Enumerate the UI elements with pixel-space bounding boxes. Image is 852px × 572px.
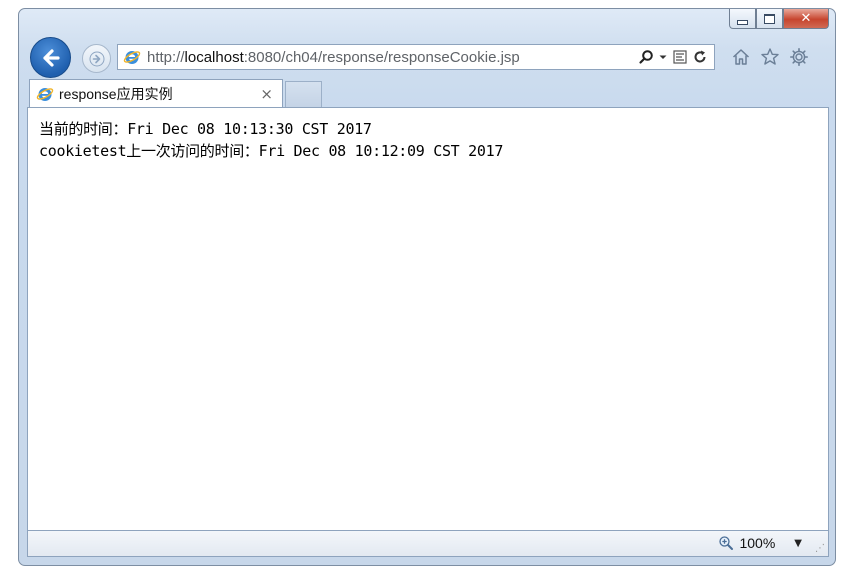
page-content: 当前的时间：Fri Dec 08 10:13:30 CST 2017 cooki… (27, 107, 829, 531)
window-controls: ✕ (729, 9, 829, 29)
current-time-text: 当前的时间：Fri Dec 08 10:13:30 CST 2017 (39, 120, 372, 138)
minimize-icon (737, 19, 748, 25)
chevron-down-icon[interactable]: ▼ (794, 538, 802, 549)
address-tools (638, 49, 708, 65)
zoom-level: 100% (739, 535, 776, 551)
last-visit-time-text: cookietest上一次访问的时间：Fri Dec 08 10:12:09 C… (39, 142, 504, 160)
url-scheme: http:// (147, 48, 185, 66)
dropdown-icon[interactable] (658, 49, 668, 65)
new-tab-button[interactable] (285, 81, 322, 107)
tab-title: response应用实例 (59, 85, 173, 102)
tab-response[interactable]: response应用实例 × (29, 79, 283, 107)
maximize-button[interactable] (756, 9, 783, 29)
search-icon[interactable] (638, 49, 654, 65)
browser-window: ✕ http://localhost:8080/ch04/response/re… (18, 8, 836, 566)
close-icon: ✕ (800, 11, 812, 26)
maximize-icon (764, 13, 775, 24)
arrow-right-icon (89, 51, 104, 66)
resize-grip-icon[interactable]: ⋰ (815, 543, 825, 554)
home-icon[interactable] (731, 47, 751, 67)
refresh-icon[interactable] (692, 49, 708, 65)
compatibility-view-icon[interactable] (672, 49, 688, 65)
ie-tab-icon (36, 87, 54, 101)
zoom-control[interactable]: 100% ▼ (718, 535, 802, 551)
browser-toolbar (731, 47, 809, 67)
arrow-left-icon (42, 48, 60, 67)
url-path: :8080/ch04/response/responseCookie.jsp (243, 48, 520, 66)
url-text[interactable]: http://localhost:8080/ch04/response/resp… (147, 49, 520, 66)
back-button[interactable] (30, 37, 71, 78)
zoom-icon (719, 536, 734, 550)
tab-close-button[interactable]: × (260, 85, 273, 103)
ie-page-icon (123, 51, 141, 64)
url-host: localhost (184, 48, 244, 66)
close-button[interactable]: ✕ (783, 9, 829, 29)
gear-icon[interactable] (789, 47, 809, 67)
status-bar: 100% ▼ ⋰ (27, 531, 829, 557)
star-icon[interactable] (760, 47, 780, 67)
forward-button[interactable] (82, 44, 111, 73)
address-bar[interactable]: http://localhost:8080/ch04/response/resp… (117, 44, 715, 70)
minimize-button[interactable] (729, 9, 756, 29)
